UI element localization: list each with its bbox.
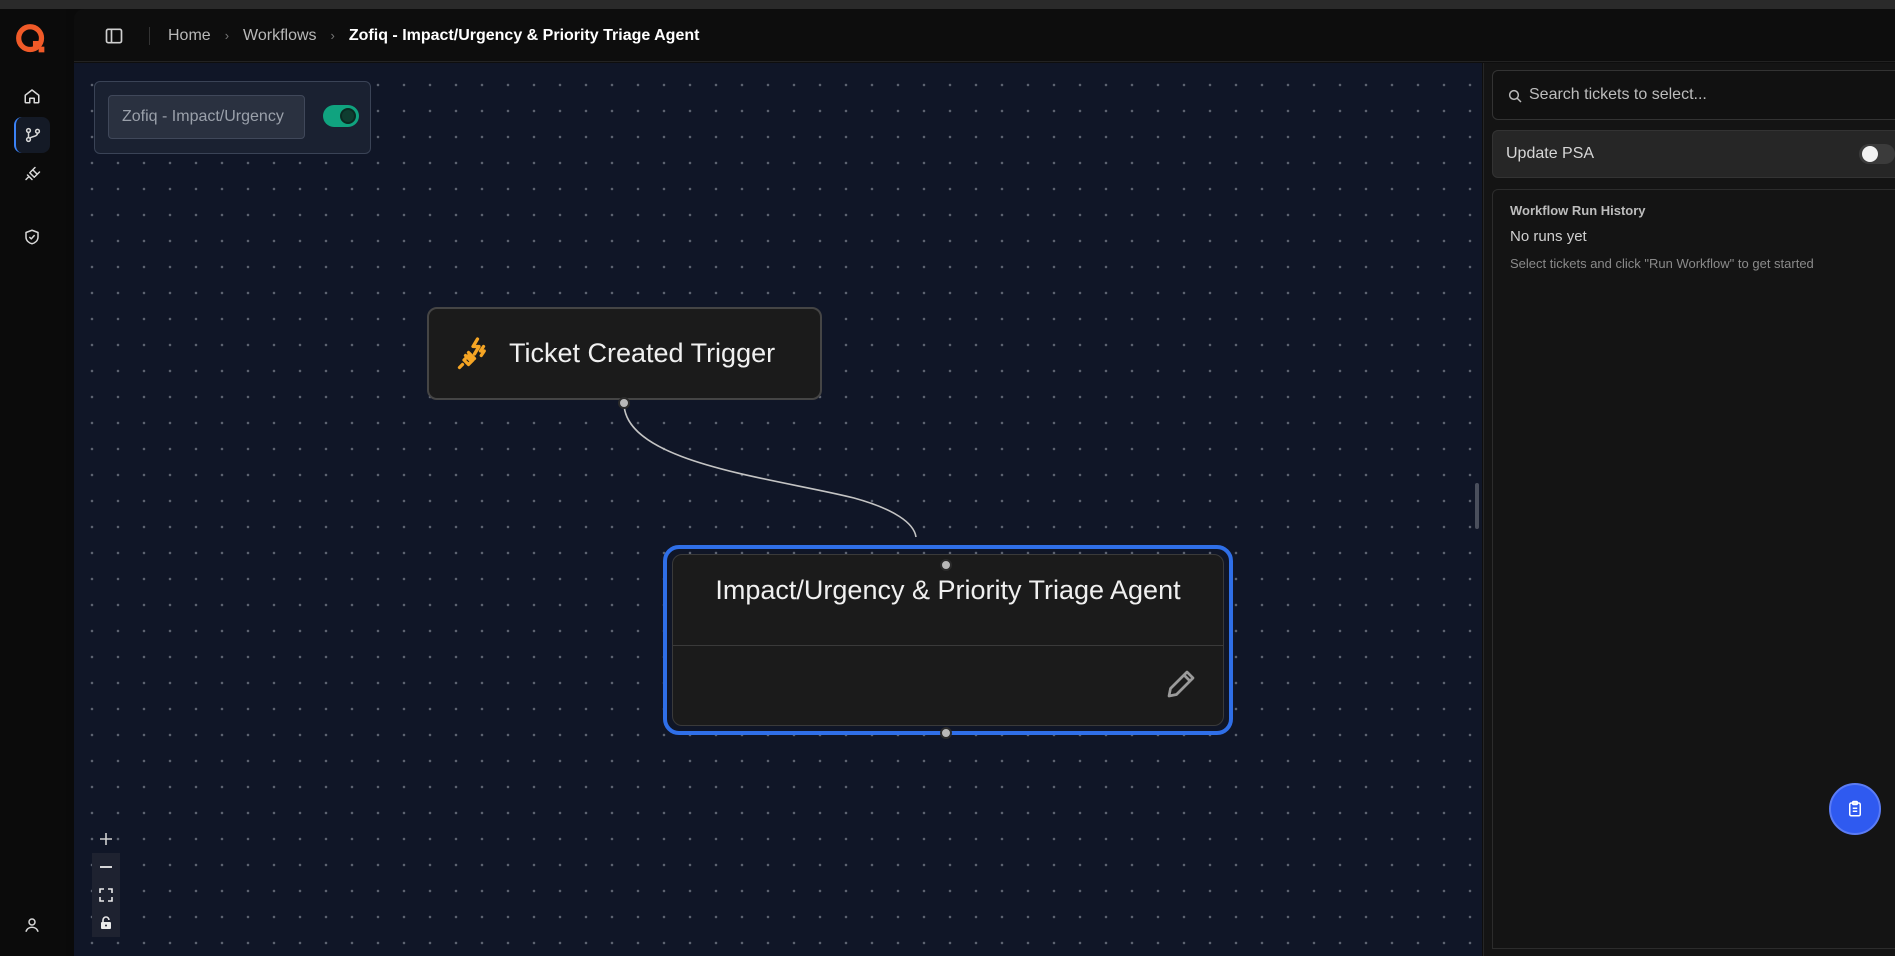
workflow-enabled-toggle[interactable] <box>323 105 359 127</box>
agent-node-divider <box>673 645 1223 646</box>
agent-output-handle[interactable] <box>940 727 952 739</box>
rail-security[interactable] <box>14 219 50 255</box>
fit-view-icon <box>99 888 113 902</box>
plug-icon <box>25 166 41 181</box>
minus-icon <box>100 866 112 868</box>
rail-home[interactable] <box>14 78 50 114</box>
chevron-right-icon: › <box>330 28 335 43</box>
user-icon <box>25 918 39 932</box>
sidebar-toggle-icon[interactable] <box>104 26 124 46</box>
history-empty-state: No runs yet <box>1510 228 1587 245</box>
chevron-right-icon: › <box>224 28 230 43</box>
agent-node[interactable]: Impact/Urgency & Priority Triage Agent <box>663 545 1233 735</box>
breadcrumb-workflows[interactable]: Workflows <box>243 27 317 45</box>
workflow-run-history: Workflow Run History No runs yet Select … <box>1492 189 1895 949</box>
breadcrumb-home[interactable]: Home <box>168 27 211 45</box>
agent-input-handle[interactable] <box>940 559 952 571</box>
agent-node-label: Impact/Urgency & Priority Triage Agent <box>715 575 1181 605</box>
top-header: Home › Workflows › Zofiq - Impact/Urgenc… <box>74 9 1895 62</box>
history-hint: Select tickets and click "Run Workflow" … <box>1510 256 1814 271</box>
workflow-name-panel <box>94 81 371 154</box>
update-psa-label: Update PSA <box>1506 145 1595 162</box>
search-icon <box>1508 89 1522 103</box>
header-divider <box>149 27 150 45</box>
workflow-name-input[interactable] <box>108 95 305 139</box>
canvas-edges <box>623 402 917 538</box>
panel-resize-handle[interactable] <box>1475 483 1479 529</box>
rail-workflows[interactable] <box>14 117 50 153</box>
breadcrumb-current: Zofiq - Impact/Urgency & Priority Triage… <box>348 26 700 44</box>
pencil-icon[interactable] <box>1163 666 1199 702</box>
window-top-strip <box>0 0 1895 9</box>
ticket-search-input[interactable] <box>1529 71 1889 119</box>
app-logo[interactable] <box>13 21 51 59</box>
rail-integrations[interactable] <box>14 157 50 193</box>
update-psa-row: Update PSA <box>1492 130 1895 178</box>
shield-check-icon <box>25 229 39 245</box>
trigger-node-label: Ticket Created Trigger <box>509 338 776 368</box>
lock-button[interactable] <box>92 909 120 937</box>
rail-user[interactable] <box>14 907 50 943</box>
zoom-out-button[interactable] <box>92 853 120 881</box>
lock-icon <box>101 916 111 929</box>
breadcrumb: Home › Workflows › Zofiq - Impact/Urgenc… <box>168 9 699 62</box>
git-branch-icon <box>25 127 41 143</box>
ticket-search <box>1492 70 1895 120</box>
trigger-output-handle[interactable] <box>618 397 630 409</box>
app-rail <box>0 9 66 956</box>
main-frame: Home › Workflows › Zofiq - Impact/Urgenc… <box>74 9 1895 956</box>
workflow-canvas[interactable]: Ticket Created Trigger Impact/Urgency & … <box>74 63 1482 956</box>
plus-icon <box>100 833 112 845</box>
fit-view-button[interactable] <box>92 881 120 909</box>
trigger-node[interactable]: Ticket Created Trigger <box>427 307 822 400</box>
edge-trigger-to-agent <box>623 402 917 538</box>
canvas-controls <box>92 825 120 937</box>
clipboard-fab-button[interactable] <box>1829 783 1881 835</box>
update-psa-toggle[interactable] <box>1859 144 1895 164</box>
home-icon <box>24 89 40 104</box>
plug-zap-icon <box>457 337 486 370</box>
clipboard-icon <box>1849 800 1861 817</box>
zoom-in-button[interactable] <box>92 825 120 853</box>
history-title: Workflow Run History <box>1510 203 1646 218</box>
